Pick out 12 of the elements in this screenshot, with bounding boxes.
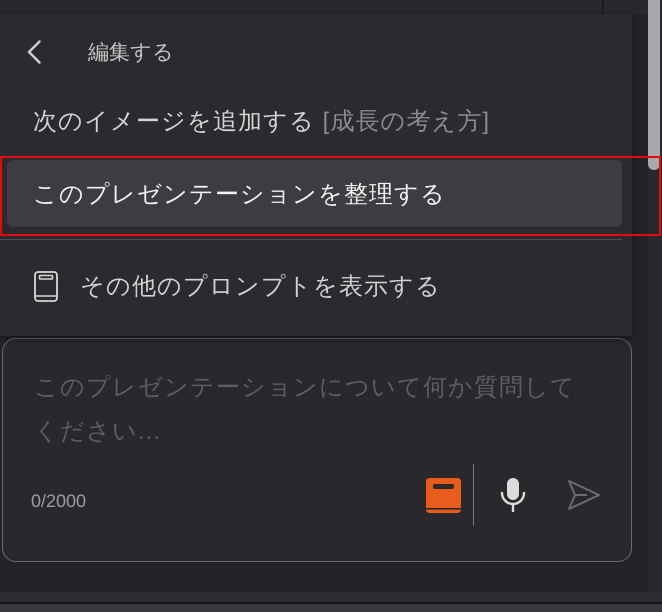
book-icon [34, 270, 58, 302]
scrollbar-thumb[interactable] [648, 0, 660, 170]
more-prompts-button[interactable]: その他のプロンプトを表示する [0, 240, 622, 332]
microphone-icon[interactable] [500, 478, 526, 512]
more-prompts-label: その他のプロンプトを表示する [80, 272, 441, 302]
menu-title: 編集する [88, 40, 174, 66]
character-counter: 0/2000 [31, 490, 86, 512]
topic-tag: [成長の考え方] [322, 108, 490, 135]
book-icon[interactable] [426, 478, 460, 512]
chevron-left-icon[interactable] [27, 40, 41, 64]
prompt-menu-item[interactable]: 次のイメージを追加する [成長の考え方] [7, 90, 622, 152]
prompt-menu-item[interactable]: このプレゼンテーションを整理する [7, 160, 622, 227]
